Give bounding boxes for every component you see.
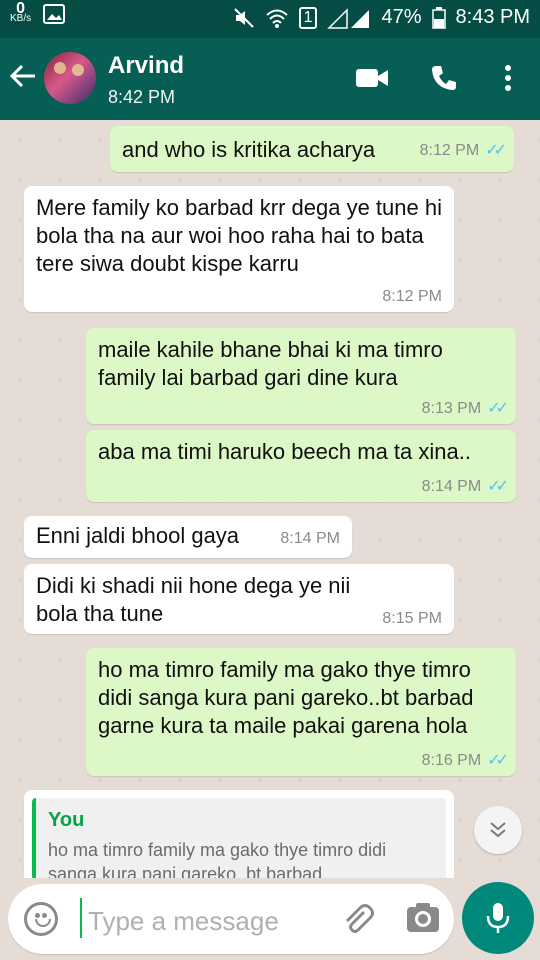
message-bubble[interactable]: Didi ki shadi nii hone dega ye nii bola … [24,564,454,634]
message-meta: 8:12 PM ✓✓ [419,142,507,160]
message-time: 8:13 PM [421,400,482,417]
message-time: 8:14 PM [421,478,482,495]
more-options-button[interactable] [490,60,526,96]
message-meta: 8:13 PM ✓✓ [421,400,509,418]
quoted-message[interactable]: You ho ma timro family ma gako thye timr… [32,798,446,878]
message-text: Didi ki shadi nii hone dega ye nii bola … [36,573,351,626]
battery-percent: 47% [381,6,422,28]
attach-icon[interactable] [340,902,376,938]
more-vert-icon [505,65,511,91]
camera-icon[interactable] [405,902,441,934]
mute-icon [233,7,254,28]
message-bubble[interactable]: aba ma timi haruko beech ma ta xina.. 8:… [86,430,516,502]
avatar[interactable] [44,52,96,104]
message-meta: 8:16 PM ✓✓ [421,752,509,770]
message-composer [8,884,454,954]
network-speed-unit: KB/s [10,13,32,24]
message-text: and who is kritika acharya [122,137,376,162]
battery-icon [431,6,446,29]
video-call-button[interactable] [354,60,390,96]
reply-message-bubble[interactable]: You ho ma timro family ma gako thye timr… [24,790,454,878]
message-bubble[interactable]: Mere family ko barbad krr dega ye tune h… [24,186,454,312]
message-time: 8:15 PM [382,610,442,627]
message-text: ho ma timro family ma gako thye timro di… [98,657,474,738]
message-bubble[interactable]: maile kahile bhane bhai ki ma timro fami… [86,328,516,424]
mic-icon [486,903,510,933]
quoted-author: You [48,809,85,831]
chat-header: Arvind 8:42 PM [0,38,540,120]
sim-indicator: 1 [298,6,318,29]
message-bubble[interactable]: and who is kritika acharya 8:12 PM ✓✓ [110,126,514,172]
chat-area[interactable]: and who is kritika acharya 8:12 PM ✓✓ Me… [0,120,540,878]
video-call-icon [356,69,388,87]
clock: 8:43 PM [455,6,530,28]
message-text: maile kahile bhane bhai ki ma timro fami… [98,337,443,390]
message-text: Enni jaldi bhool gaya [36,523,240,548]
read-ticks-icon: ✓✓ [487,400,509,417]
message-input[interactable] [86,892,340,950]
emoji-icon[interactable] [24,902,58,936]
status-bar: 0 KB/s 1 47% 8:43 PM [0,0,540,38]
chevron-double-down-icon [490,822,506,838]
last-seen: 8:42 PM [108,87,176,107]
text-cursor [80,898,82,938]
message-text: aba ma timi haruko beech ma ta xina.. [98,439,471,464]
message-meta: 8:15 PM [382,610,442,628]
network-speed: 0 KB/s [10,1,32,24]
message-meta: 8:14 PM ✓✓ [421,478,509,496]
image-icon [43,4,66,24]
read-ticks-icon: ✓✓ [487,752,509,769]
message-bubble[interactable]: Enni jaldi bhool gaya 8:14 PM [24,516,352,558]
message-meta: 8:12 PM [382,288,442,306]
phone-icon [432,66,456,90]
read-ticks-icon: ✓✓ [487,478,509,495]
message-text: Mere family ko barbad krr dega ye tune h… [36,195,442,276]
message-time: 8:12 PM [382,288,442,305]
contact-name[interactable]: Arvind [108,52,184,80]
back-arrow-icon [9,64,35,88]
signal-icon [327,7,370,29]
message-time: 8:12 PM [419,142,480,159]
wifi-icon [265,9,288,28]
back-button[interactable] [8,56,44,96]
voice-call-button[interactable] [426,60,462,96]
scroll-to-bottom-button[interactable] [474,806,522,854]
read-ticks-icon: ✓✓ [485,142,507,159]
message-bubble[interactable]: ho ma timro family ma gako thye timro di… [86,648,516,776]
message-time: 8:16 PM [421,752,482,769]
voice-record-button[interactable] [462,882,534,954]
quoted-text: ho ma timro family ma gako thye timro di… [48,840,387,878]
composer-bar [0,878,540,960]
message-meta: 8:14 PM [280,530,340,548]
message-time: 8:14 PM [280,530,340,547]
